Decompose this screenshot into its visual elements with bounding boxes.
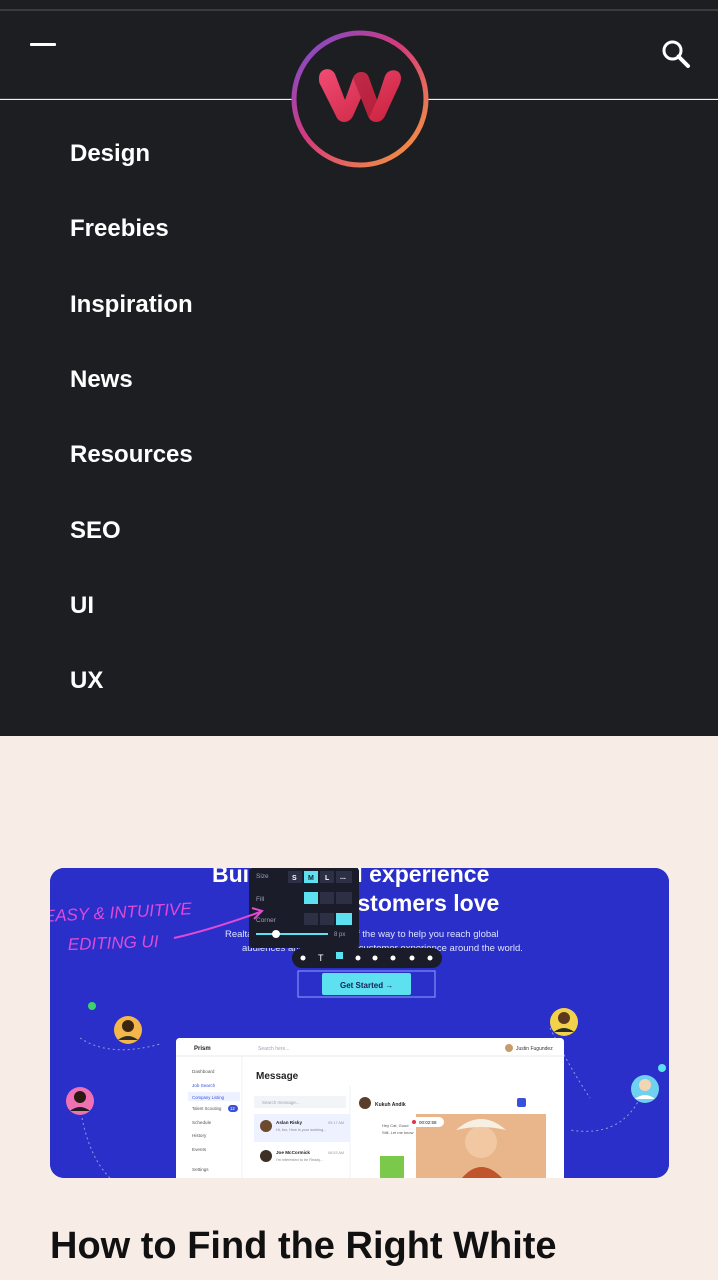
chat-contact-name: Kukuh Andik (375, 1102, 406, 1108)
avatar (550, 1008, 578, 1036)
annotation-line2: EDITING UI (68, 932, 160, 954)
contact-time: 08:53 AM (328, 1151, 344, 1155)
article-title[interactable]: How to Find the Right White (50, 1222, 690, 1270)
app-nav-history[interactable]: History (192, 1133, 207, 1138)
search-icon (662, 40, 690, 68)
app-nav-events[interactable]: Events (192, 1147, 207, 1152)
menu-item-ux[interactable]: UX (70, 667, 103, 695)
editor-corner-label: Corner (256, 917, 277, 924)
minus-icon (30, 43, 56, 46)
call-timer: 00:02:58 (419, 1120, 437, 1125)
get-started-label: Get Started → (340, 981, 393, 990)
editor-slider-value: 8 px (334, 932, 345, 938)
svg-text:T: T (318, 953, 324, 963)
close-menu-button[interactable] (30, 41, 56, 49)
menu-item-ui[interactable]: UI (70, 592, 94, 620)
chat-message-line1: Hey Cat, Good (382, 1123, 408, 1128)
app-nav-job-search[interactable]: Job Search (192, 1083, 216, 1088)
message-search-input[interactable]: Search message... (262, 1100, 300, 1105)
editor-fill-label: Fill (256, 896, 265, 903)
menu-item-inspiration[interactable]: Inspiration (70, 291, 193, 319)
app-nav-schedule[interactable]: Schedule (192, 1120, 212, 1125)
editor-size-label: Size (256, 873, 269, 880)
contact-name[interactable]: Joe McCormick (276, 1150, 310, 1155)
editor-panel: Size S M L ... Fill Corner 8 px (249, 868, 359, 948)
search-button[interactable] (660, 38, 692, 70)
site-logo[interactable] (289, 28, 431, 170)
app-nav-talent-scouting[interactable]: Talent Scouting (192, 1106, 222, 1111)
app-nav-dashboard[interactable]: Dashboard (192, 1069, 215, 1074)
editor-size-l[interactable]: L (325, 875, 330, 882)
avatar (114, 1016, 142, 1044)
editor-size-more[interactable]: ... (340, 874, 346, 881)
menu-item-freebies[interactable]: Freebies (70, 215, 169, 243)
chat-message-line2: Still, Let me know (382, 1130, 413, 1135)
app-nav-company-listing[interactable]: Company Listing (192, 1095, 225, 1100)
app-search-input[interactable]: Search here... (258, 1046, 289, 1052)
editor-size-s[interactable]: S (292, 875, 297, 882)
app-user-name: Justin Fugundez (516, 1046, 553, 1052)
top-border (0, 0, 718, 11)
w-logo (291, 30, 429, 168)
nav-menu: Design Freebies Inspiration News Resourc… (0, 100, 718, 736)
contact-time: 09:17 AM (328, 1121, 344, 1125)
contact-preview: I'm interested to be Ready... (276, 1158, 323, 1162)
menu-item-design[interactable]: Design (70, 140, 150, 168)
menu-item-news[interactable]: News (70, 366, 133, 394)
app-nav-settings[interactable]: Settings (192, 1167, 209, 1172)
avatar (631, 1075, 659, 1103)
editor-size-m[interactable]: M (308, 875, 314, 882)
menu-item-resources[interactable]: Resources (70, 441, 193, 469)
app-window: Prism Search here... Justin Fugundez Das… (176, 1038, 564, 1178)
editor-toolbar: T (292, 948, 442, 968)
menu-item-seo[interactable]: SEO (70, 517, 121, 545)
app-page-title: Message (256, 1071, 299, 1082)
get-started-button[interactable]: Get Started → (322, 973, 411, 995)
contact-preview: Hi, bro, How is your working... (276, 1128, 326, 1132)
app-nav-badge: 12 (230, 1106, 235, 1111)
avatar (66, 1087, 94, 1115)
app-brand: Prism (194, 1046, 211, 1052)
article-hero-image[interactable]: Build a global experience that customers… (50, 868, 669, 1178)
contact-name[interactable]: Aslan Risky (276, 1120, 302, 1125)
